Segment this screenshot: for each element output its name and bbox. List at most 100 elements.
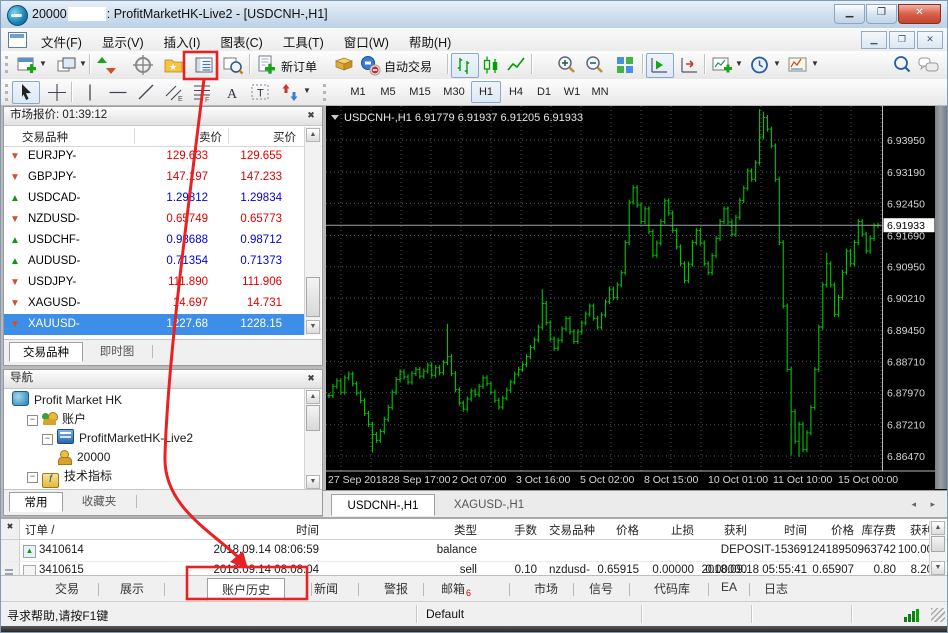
history-row[interactable]: ▲34106142018.09.14 08:06:59balanceDEPOSI… <box>1 541 947 562</box>
market-watch-row[interactable]: ▼XAUUSD-1227.681228.15 <box>4 314 306 335</box>
toolbar-grip[interactable] <box>323 84 329 101</box>
strategy-tester-button[interactable] <box>220 53 248 78</box>
indicators-button[interactable] <box>709 53 737 78</box>
terminal-tab-6[interactable]: 市场 <box>534 580 558 597</box>
timeframe-M5[interactable]: M5 <box>373 81 403 103</box>
col-price[interactable]: 价格 <box>616 522 639 538</box>
navigator-item-2[interactable]: −ProfitMarketHK-Live2 <box>42 429 193 448</box>
zoom-in-button[interactable] <box>554 53 582 78</box>
close-icon[interactable]: ✖ <box>304 109 318 122</box>
scroll-up-icon[interactable]: ▲ <box>306 128 320 142</box>
col-symbol[interactable]: 交易品种 <box>549 522 595 538</box>
market-watch-row[interactable]: ▲USDCAD-1.298121.29834 <box>4 188 306 209</box>
terminal-tab-10[interactable]: 日志 <box>764 580 788 597</box>
scroll-down-icon[interactable]: ▼ <box>306 475 320 489</box>
scroll-down-icon[interactable]: ▼ <box>306 320 320 334</box>
text-label-tool[interactable]: T <box>247 81 275 104</box>
status-profile[interactable]: Default <box>426 607 464 621</box>
terminal-tab-2[interactable]: 账户历史 <box>207 578 285 601</box>
cursor-tool-button[interactable] <box>12 81 40 104</box>
minimize-button[interactable]: ▁ <box>834 4 865 24</box>
market-watch-button[interactable] <box>93 53 121 78</box>
close-icon[interactable]: ✖ <box>304 372 318 385</box>
price-chart[interactable]: 6.919336.939506.931906.924506.916906.909… <box>326 106 935 489</box>
col-close-time[interactable]: 时间 <box>784 522 807 538</box>
tree-expand-icon[interactable]: − <box>27 415 38 426</box>
navigator-tab-0[interactable]: 常用 <box>9 492 63 512</box>
bar-chart-button[interactable] <box>451 53 479 78</box>
search-button[interactable] <box>889 53 917 78</box>
arrows-dropdown[interactable]: ▼ <box>302 86 312 95</box>
scroll-thumb[interactable] <box>306 277 320 317</box>
periods-dropdown[interactable]: ▼ <box>772 59 782 68</box>
col-time[interactable]: 时间 <box>296 522 319 538</box>
chart-tab-1[interactable]: XAGUSD-,H1 <box>439 494 539 516</box>
tile-windows-button[interactable] <box>612 53 640 78</box>
terminal-tab-9[interactable]: EA <box>721 580 737 594</box>
child-close-button[interactable]: ✕ <box>917 31 943 49</box>
toolbar-grip[interactable] <box>5 56 11 73</box>
data-window-button[interactable] <box>130 53 158 78</box>
new-order-button[interactable] <box>253 53 281 78</box>
horizontal-line-tool[interactable] <box>105 81 133 104</box>
templates-button[interactable] <box>785 53 813 78</box>
autotrading-label[interactable]: 自动交易 <box>384 58 432 75</box>
toolbar-grip[interactable] <box>5 84 11 101</box>
timeframe-H4[interactable]: H4 <box>501 81 531 103</box>
history-center-button[interactable] <box>331 53 359 78</box>
autotrading-button[interactable] <box>357 53 385 78</box>
navigator-tab-1[interactable]: 收藏夹 <box>66 492 132 512</box>
market-watch-row[interactable]: ▼XAGUSD-14.69714.731 <box>4 293 306 314</box>
scroll-thumb[interactable] <box>306 405 320 431</box>
auto-scroll-button[interactable] <box>646 53 674 78</box>
navigator-item-1[interactable]: −账户 <box>27 410 86 429</box>
templates-dropdown[interactable]: ▼ <box>810 59 820 68</box>
timeframe-D1[interactable]: D1 <box>529 81 559 103</box>
col-sl[interactable]: 止损 <box>671 522 694 538</box>
market-watch-row[interactable]: ▼EURJPY-129.633129.655 <box>4 146 306 167</box>
col-swap[interactable]: 库存费 <box>862 522 897 538</box>
navigator-item-0[interactable]: Profit Market HK <box>12 391 122 410</box>
navigator-item-4[interactable]: −f技术指标 <box>27 467 112 486</box>
tree-expand-icon[interactable]: − <box>27 472 38 483</box>
line-chart-button[interactable] <box>503 53 531 78</box>
trendline-tool[interactable] <box>133 81 161 104</box>
child-restore-button[interactable]: ❐ <box>889 31 915 49</box>
chart-shift-button[interactable] <box>676 53 704 78</box>
scroll-up-icon[interactable]: ▲ <box>931 521 945 535</box>
chart-tab-0[interactable]: USDCNH-,H1 <box>331 494 435 516</box>
equidistant-channel-tool[interactable]: E <box>161 81 189 104</box>
terminal-tab-0[interactable]: 交易 <box>55 580 79 597</box>
timeframe-W1[interactable]: W1 <box>557 81 587 103</box>
terminal-tab-5[interactable]: 邮箱6 <box>441 580 471 598</box>
terminal-tab-4[interactable]: 警报 <box>384 580 408 597</box>
market-watch-tab-1[interactable]: 即时图 <box>86 342 148 362</box>
profiles-button[interactable] <box>53 53 81 78</box>
fibonacci-tool[interactable]: F <box>189 81 217 104</box>
chart-tab-scroll-icons[interactable]: ◂ ▸ <box>911 499 941 510</box>
timeframe-M30[interactable]: M30 <box>437 81 471 103</box>
new-chart-dropdown[interactable]: ▼ <box>38 59 48 68</box>
col-tp[interactable]: 获利 <box>724 522 747 538</box>
navigator-scrollbar[interactable]: ▲ ▼ <box>304 389 321 490</box>
restore-button[interactable]: ❐ <box>866 4 897 24</box>
chat-button[interactable] <box>915 53 943 78</box>
market-watch-row[interactable]: ▼USDJPY-111.890111.906 <box>4 272 306 293</box>
zoom-out-button[interactable] <box>582 53 610 78</box>
col-lots[interactable]: 手数 <box>514 522 537 538</box>
col-order[interactable]: 订单 / <box>25 522 54 538</box>
text-tool[interactable]: A <box>219 81 247 104</box>
new-order-label[interactable]: 新订单 <box>281 58 317 75</box>
indicators-dropdown[interactable]: ▼ <box>734 59 744 68</box>
col-type[interactable]: 类型 <box>454 522 477 538</box>
arrows-tool[interactable] <box>277 81 305 104</box>
resize-grip[interactable] <box>931 608 945 622</box>
scroll-up-icon[interactable]: ▲ <box>306 390 320 404</box>
tree-expand-icon[interactable]: − <box>42 434 53 445</box>
terminal-tab-8[interactable]: 代码库 <box>654 580 690 597</box>
close-button[interactable]: ✕ <box>898 4 941 24</box>
market-watch-row[interactable]: ▲AUDUSD-0.713540.71373 <box>4 251 306 272</box>
terminal-header[interactable]: 订单 /时间类型手数交易品种价格止损获利时间价格库存费获利 <box>1 521 947 540</box>
market-watch-scrollbar[interactable]: ▲ ▼ <box>304 127 321 335</box>
crosshair-tool-button[interactable] <box>44 81 72 104</box>
